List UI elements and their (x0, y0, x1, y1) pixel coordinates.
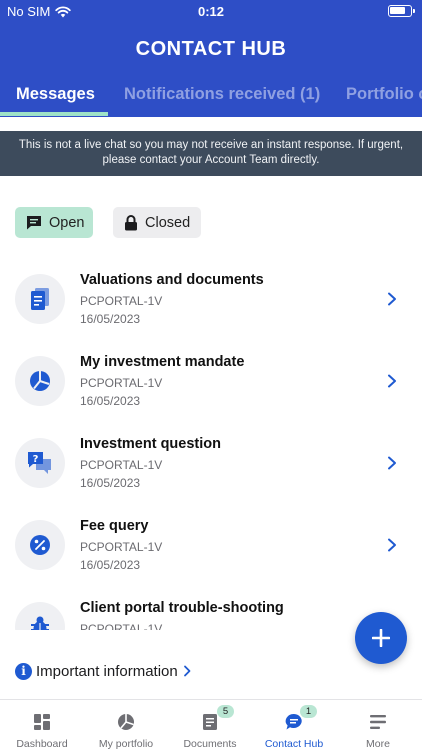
message-list: Valuations and documents PCPORTAL-1V 16/… (0, 258, 422, 630)
message-title: Investment question (80, 436, 221, 452)
nav-contact-hub[interactable]: 1 Contact Hub (252, 700, 336, 750)
document-icon (31, 288, 49, 310)
new-message-button[interactable] (355, 612, 407, 664)
nav-documents-label: Documents (183, 738, 237, 750)
chevron-right-icon (388, 456, 396, 470)
nav-more[interactable]: More (336, 700, 420, 750)
status-bar: No SIM 0:12 (0, 0, 422, 24)
bug-icon (31, 616, 49, 630)
banner-line-1: This is not a live chat so you may not r… (18, 139, 404, 151)
message-date: 16/05/2023 (80, 312, 141, 326)
avatar (15, 520, 65, 570)
lock-icon (125, 214, 137, 230)
nav-more-label: More (366, 738, 390, 750)
message-ref: PCPORTAL-1V (80, 458, 163, 472)
info-banner: This is not a live chat so you may not r… (0, 131, 422, 176)
bottom-navigation: Dashboard My portfolio 5 Documents 1 Con… (0, 699, 422, 750)
active-tab-indicator (0, 112, 108, 116)
nav-dashboard-label: Dashboard (16, 738, 68, 750)
svg-text:?: ? (33, 454, 39, 465)
chevron-right-icon (388, 374, 396, 388)
list-item[interactable]: Fee query PCPORTAL-1V 16/05/2023 (0, 504, 422, 586)
message-ref: PCPORTAL-1V (80, 622, 163, 630)
nav-my-portfolio[interactable]: My portfolio (84, 700, 168, 750)
message-icon (27, 216, 41, 230)
list-item[interactable]: My investment mandate PCPORTAL-1V 16/05/… (0, 340, 422, 422)
list-item[interactable]: ? Investment question PCPORTAL-1V 16/05/… (0, 422, 422, 504)
documents-badge: 5 (217, 705, 234, 718)
message-title: My investment mandate (80, 354, 245, 370)
plus-icon (372, 629, 390, 647)
message-ref: PCPORTAL-1V (80, 376, 163, 390)
message-date: 16/05/2023 (80, 394, 141, 408)
info-icon: i (15, 662, 32, 680)
document-icon (203, 714, 217, 730)
message-title: Valuations and documents (80, 272, 264, 288)
message-ref: PCPORTAL-1V (80, 294, 163, 308)
message-title: Fee query (80, 518, 149, 534)
important-information-label: Important information (36, 662, 178, 680)
list-item[interactable]: Valuations and documents PCPORTAL-1V 16/… (0, 258, 422, 340)
chevron-right-icon (388, 292, 396, 306)
message-date: 16/05/2023 (80, 476, 141, 490)
avatar: ? (15, 438, 65, 488)
nav-my-portfolio-label: My portfolio (98, 738, 154, 750)
chevron-right-icon (183, 665, 191, 677)
status-time: 0:12 (197, 4, 225, 19)
message-title: Client portal trouble-shooting (80, 600, 284, 616)
filter-closed-chip[interactable]: Closed (113, 207, 201, 238)
avatar (15, 602, 65, 630)
important-information-link[interactable]: i Important information (15, 660, 192, 682)
nav-documents[interactable]: 5 Documents (168, 700, 252, 750)
pie-chart-icon (118, 714, 134, 730)
question-chat-icon: ? (28, 452, 51, 474)
tab-portfolio[interactable]: Portfolio c (346, 85, 422, 104)
pie-chart-icon (30, 371, 50, 391)
tab-notifications[interactable]: Notifications received (1) (124, 85, 320, 104)
chevron-right-icon (388, 538, 396, 552)
nav-contact-hub-label: Contact Hub (264, 738, 324, 750)
nav-dashboard[interactable]: Dashboard (0, 700, 84, 750)
message-ref: PCPORTAL-1V (80, 540, 163, 554)
page-title: CONTACT HUB (135, 38, 287, 60)
dashboard-icon (34, 714, 50, 730)
contact-hub-badge: 1 (300, 705, 317, 718)
percent-icon (30, 535, 50, 555)
filter-closed-label: Closed (145, 214, 191, 231)
avatar (15, 356, 65, 406)
menu-icon (370, 715, 386, 729)
app-header: No SIM 0:12 CONTACT HUB Messages Notific… (0, 0, 422, 117)
banner-line-2: please contact your Account Team directl… (102, 154, 320, 166)
filter-open-label: Open (49, 214, 85, 231)
message-date: 16/05/2023 (80, 558, 141, 572)
battery-icon (388, 5, 415, 17)
avatar (15, 274, 65, 324)
tab-messages[interactable]: Messages (16, 85, 95, 104)
filter-open-chip[interactable]: Open (15, 207, 93, 238)
